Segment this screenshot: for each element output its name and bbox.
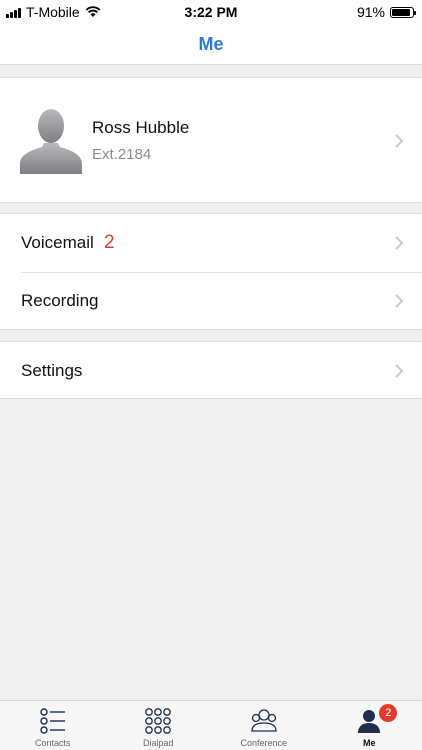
avatar-placeholder-icon (20, 109, 82, 174)
voicemail-count: 2 (104, 232, 115, 253)
tab-conference[interactable]: Conference (211, 701, 317, 750)
chevron-right-icon (395, 294, 404, 308)
tab-bar: Contacts Dialpad Conference 2 Me (0, 700, 422, 750)
tab-label: Dialpad (142, 738, 174, 748)
nav-bar: Me (0, 24, 422, 65)
media-section: Voicemail 2 Recording (0, 213, 422, 330)
tab-label: Contacts (34, 738, 71, 748)
settings-row[interactable]: Settings (0, 342, 422, 400)
status-right: 91% (356, 4, 416, 20)
voicemail-label: Voicemail (21, 233, 94, 252)
contacts-list-icon (40, 708, 65, 734)
conference-icon (251, 709, 277, 732)
voicemail-row[interactable]: Voicemail 2 (0, 214, 422, 272)
tab-contacts[interactable]: Contacts (0, 701, 106, 750)
tab-label: Conference (240, 738, 288, 748)
status-bar: T-Mobile 3:22 PM 91% (0, 0, 422, 24)
battery-percent: 91% (356, 4, 385, 20)
profile-card[interactable]: Ross Hubble Ext.2184 (0, 77, 422, 203)
profile-name: Ross Hubble (92, 118, 190, 137)
notification-badge: 2 (379, 704, 398, 722)
dialpad-icon (145, 708, 172, 734)
recording-label: Recording (21, 291, 99, 310)
chevron-right-icon (395, 134, 404, 148)
profile-extension: Ext.2184 (92, 146, 152, 163)
battery-fill (392, 8, 411, 16)
chevron-right-icon (395, 236, 404, 250)
tab-label: Me (362, 738, 376, 748)
tab-dialpad[interactable]: Dialpad (106, 701, 212, 750)
tab-me[interactable]: 2 Me (317, 701, 422, 750)
settings-label: Settings (21, 361, 83, 380)
page-title: Me (198, 33, 224, 54)
battery-icon (390, 6, 416, 18)
recording-row[interactable]: Recording (0, 272, 422, 330)
chevron-right-icon (395, 364, 404, 378)
settings-section: Settings (0, 341, 422, 399)
